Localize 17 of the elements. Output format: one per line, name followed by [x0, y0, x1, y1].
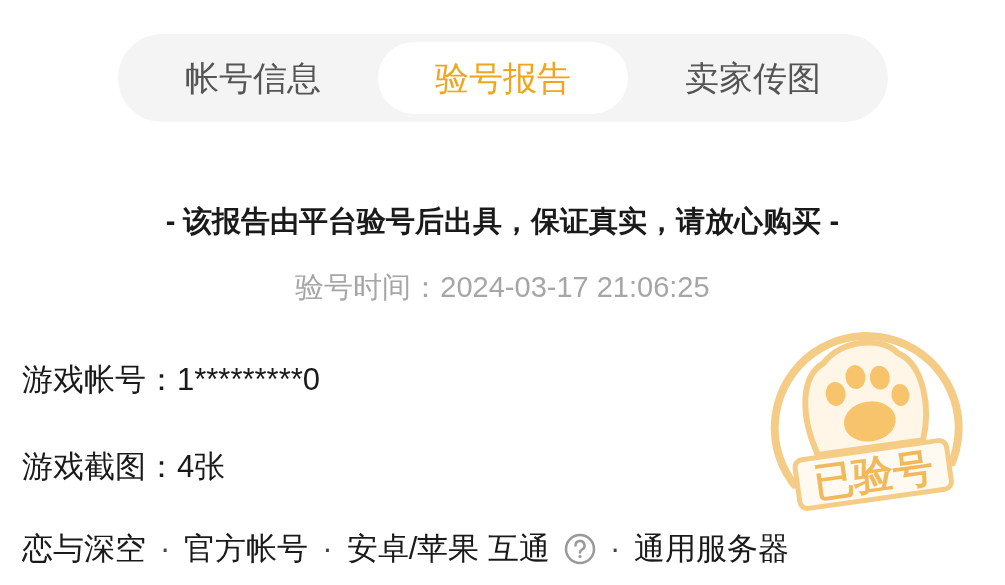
- field-label: 游戏帐号：: [22, 361, 177, 399]
- field-value: 4张: [177, 447, 226, 486]
- tag-text: 官方帐号: [184, 530, 309, 568]
- field-label: 游戏截图：: [22, 447, 177, 486]
- help-icon[interactable]: [563, 533, 596, 566]
- tag-text: 安卓/苹果 互通: [346, 530, 550, 568]
- separator-dot: ·: [608, 530, 622, 568]
- tab[interactable]: 卖家传图: [627, 42, 878, 114]
- notice-text: - 该报告由平台验号后出具，保证真实，请放心购买 -: [165, 204, 840, 239]
- separator-dot: ·: [321, 530, 334, 568]
- tag-text: 通用服务器: [634, 530, 790, 568]
- separator-dot: ·: [159, 530, 172, 568]
- time-value: 2024-03-17 21:06:25: [440, 269, 710, 305]
- tab[interactable]: 帐号信息: [127, 42, 378, 114]
- tag-text: 恋与深空: [22, 530, 146, 568]
- time-label: 验号时间：: [295, 269, 441, 305]
- field-value: 1*********0: [177, 361, 321, 399]
